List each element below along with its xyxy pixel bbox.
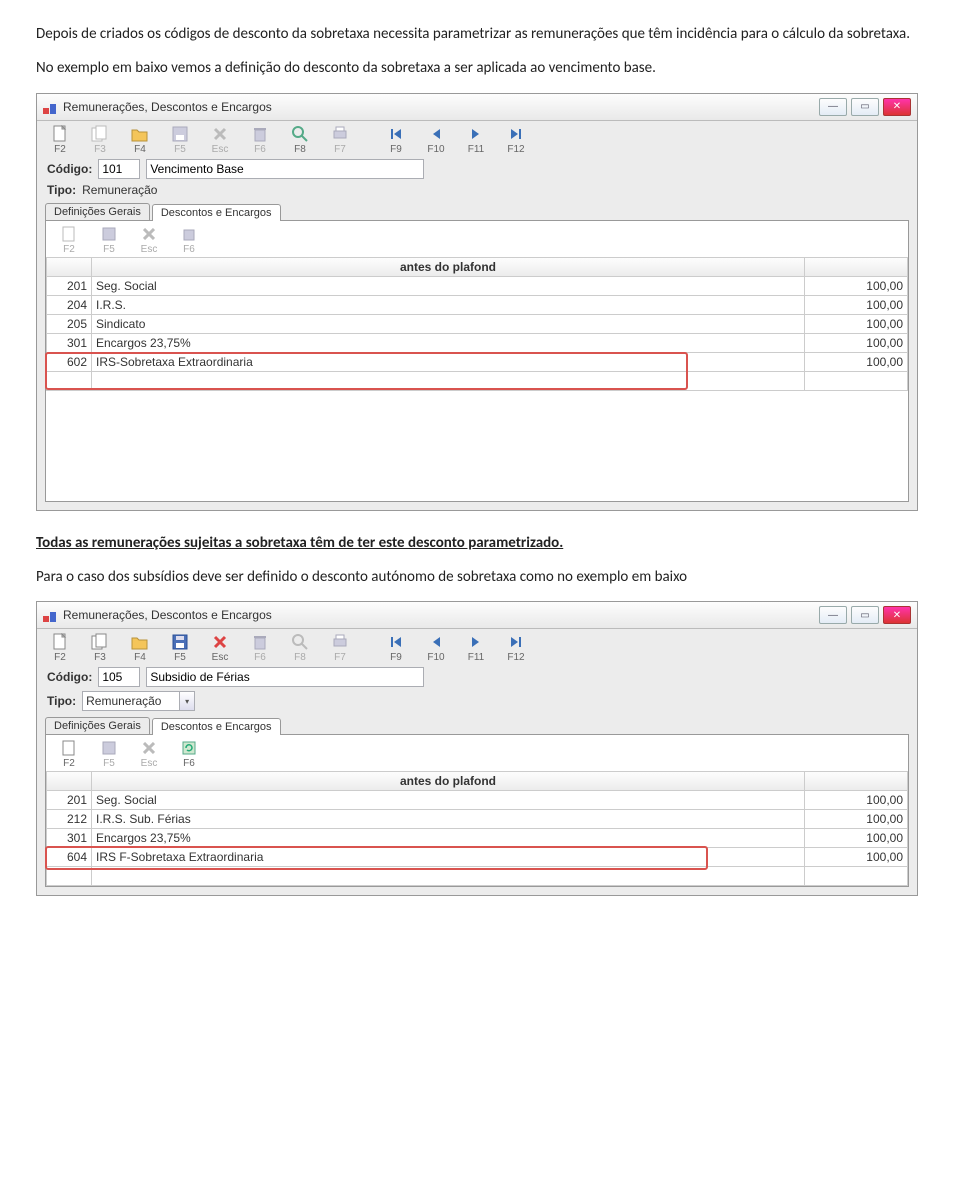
maximize-button[interactable]: ▭ xyxy=(851,98,879,116)
chevron-down-icon: ▾ xyxy=(180,691,195,711)
search-button: F8 xyxy=(283,633,317,663)
next-button[interactable]: F11 xyxy=(459,633,493,663)
sub-refresh-button[interactable]: F6 xyxy=(172,739,206,769)
prev-button[interactable]: F10 xyxy=(419,633,453,663)
table-row-empty[interactable] xyxy=(47,867,908,886)
discount-grid: antes do plafond 201Seg. Social100,00 21… xyxy=(46,771,908,886)
table-row[interactable]: 212I.R.S. Sub. Férias100,00 xyxy=(47,810,908,829)
delete-button: F6 xyxy=(243,633,277,663)
form-icon xyxy=(43,608,57,622)
copy-button: F3 xyxy=(83,125,117,155)
open-button[interactable]: F4 xyxy=(123,125,157,155)
main-toolbar: F2 F3 F4 F5 Esc F6 F8 F7 F9 F10 F11 F12 xyxy=(37,629,917,665)
first-button[interactable]: F9 xyxy=(379,633,413,663)
open-button[interactable]: F4 xyxy=(123,633,157,663)
paragraph: Depois de criados os códigos de desconto… xyxy=(36,24,924,44)
cancel-button[interactable]: Esc xyxy=(203,633,237,663)
prev-button[interactable]: F10 xyxy=(419,125,453,155)
tipo-label: Tipo: xyxy=(47,694,76,708)
copy-button[interactable]: F3 xyxy=(83,633,117,663)
app-window-2: Remunerações, Descontos e Encargos — ▭ ✕… xyxy=(36,601,918,896)
codigo-desc-input[interactable] xyxy=(146,159,424,179)
sub-save-button: F5 xyxy=(92,225,126,255)
codigo-input[interactable] xyxy=(98,667,140,687)
app-window-1: Remunerações, Descontos e Encargos — ▭ ✕… xyxy=(36,93,918,511)
table-row[interactable]: 201Seg. Social100,00 xyxy=(47,277,908,296)
sub-save-button: F5 xyxy=(92,739,126,769)
codigo-label: Código: xyxy=(47,162,92,176)
save-button: F5 xyxy=(163,125,197,155)
tab-descontos-encargos[interactable]: Descontos e Encargos xyxy=(152,718,281,735)
new-button[interactable]: F2 xyxy=(43,125,77,155)
table-row-empty[interactable] xyxy=(47,372,908,391)
form-icon xyxy=(43,100,57,114)
last-button[interactable]: F12 xyxy=(499,125,533,155)
paragraph: Para o caso dos subsídios deve ser defin… xyxy=(36,567,924,587)
print-button: F7 xyxy=(323,125,357,155)
minimize-button[interactable]: — xyxy=(819,98,847,116)
tab-descontos-encargos[interactable]: Descontos e Encargos xyxy=(152,204,281,221)
paragraph-bold: Todas as remunerações sujeitas a sobreta… xyxy=(36,533,924,553)
tipo-dropdown[interactable]: Remuneração▾ xyxy=(82,691,195,711)
codigo-desc-input[interactable] xyxy=(146,667,424,687)
table-row-highlighted[interactable]: 602IRS-Sobretaxa Extraordinaria100,00 xyxy=(47,353,908,372)
paragraph: No exemplo em baixo vemos a definição do… xyxy=(36,58,924,78)
discount-grid: antes do plafond 201Seg. Social100,00 20… xyxy=(46,257,908,391)
sub-cancel-button: Esc xyxy=(132,739,166,769)
table-row[interactable]: 205Sindicato100,00 xyxy=(47,315,908,334)
sub-delete-button: F6 xyxy=(172,225,206,255)
tipo-value: Remuneração xyxy=(82,183,157,197)
codigo-input[interactable] xyxy=(98,159,140,179)
sub-cancel-button: Esc xyxy=(132,225,166,255)
main-toolbar: F2 F3 F4 F5 Esc F6 F8 F7 F9 F10 F11 F12 xyxy=(37,121,917,157)
table-row[interactable]: 301Encargos 23,75%100,00 xyxy=(47,334,908,353)
sub-toolbar: F2 F5 Esc F6 xyxy=(46,221,908,257)
sub-toolbar: F2 F5 Esc F6 xyxy=(46,735,908,771)
close-button[interactable]: ✕ xyxy=(883,606,911,624)
grid-header: antes do plafond xyxy=(92,772,805,790)
table-row-highlighted[interactable]: 604IRS F-Sobretaxa Extraordinaria100,00 xyxy=(47,848,908,867)
table-row[interactable]: 301Encargos 23,75%100,00 xyxy=(47,829,908,848)
sub-new-button: F2 xyxy=(52,225,86,255)
minimize-button[interactable]: — xyxy=(819,606,847,624)
print-button: F7 xyxy=(323,633,357,663)
table-row[interactable]: 204I.R.S.100,00 xyxy=(47,296,908,315)
grid-header: antes do plafond xyxy=(92,258,805,276)
window-title: Remunerações, Descontos e Encargos xyxy=(63,100,819,114)
tab-definicoes-gerais[interactable]: Definições Gerais xyxy=(45,203,150,220)
titlebar[interactable]: Remunerações, Descontos e Encargos — ▭ ✕ xyxy=(37,94,917,121)
first-button[interactable]: F9 xyxy=(379,125,413,155)
codigo-label: Código: xyxy=(47,670,92,684)
maximize-button[interactable]: ▭ xyxy=(851,606,879,624)
tipo-label: Tipo: xyxy=(47,183,76,197)
table-row[interactable]: 201Seg. Social100,00 xyxy=(47,791,908,810)
next-button[interactable]: F11 xyxy=(459,125,493,155)
sub-new-button[interactable]: F2 xyxy=(52,739,86,769)
search-button[interactable]: F8 xyxy=(283,125,317,155)
titlebar[interactable]: Remunerações, Descontos e Encargos — ▭ ✕ xyxy=(37,602,917,629)
last-button[interactable]: F12 xyxy=(499,633,533,663)
tab-definicoes-gerais[interactable]: Definições Gerais xyxy=(45,717,150,734)
new-button[interactable]: F2 xyxy=(43,633,77,663)
window-title: Remunerações, Descontos e Encargos xyxy=(63,608,819,622)
close-button[interactable]: ✕ xyxy=(883,98,911,116)
save-button[interactable]: F5 xyxy=(163,633,197,663)
delete-button: F6 xyxy=(243,125,277,155)
cancel-button: Esc xyxy=(203,125,237,155)
